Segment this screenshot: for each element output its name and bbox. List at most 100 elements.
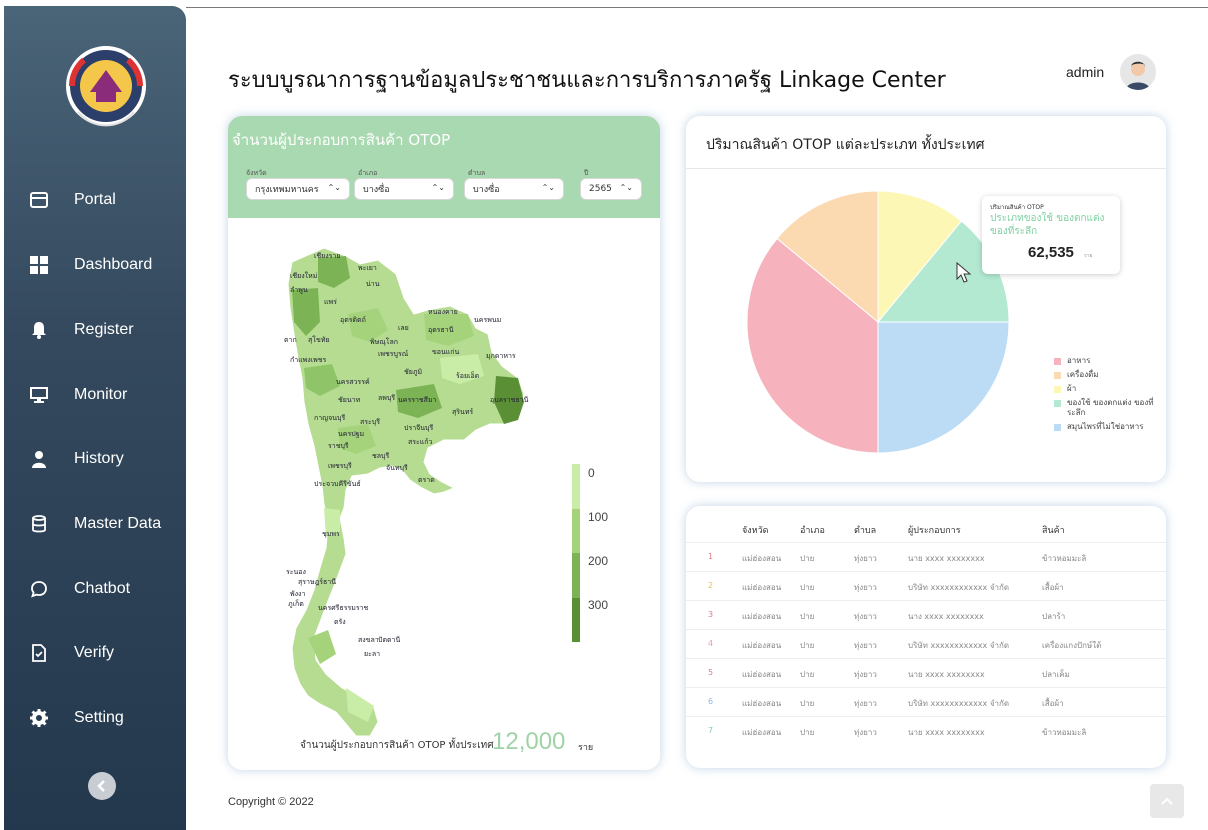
scale-step	[572, 597, 580, 642]
province-label: นครพนม	[474, 316, 501, 324]
province-label: จันทบุรี	[386, 464, 408, 472]
table-cell-district: ปาย	[800, 583, 815, 592]
sidebar-item-label: History	[74, 450, 124, 467]
province-label: ชัยภูมิ	[404, 368, 422, 376]
table-cell-province: แม่ฮ่องสอน	[742, 728, 782, 737]
sidebar-collapse-button[interactable]	[88, 772, 116, 800]
column-header-province[interactable]: จังหวัด	[742, 523, 769, 537]
table-cell-product: ข้าวหอมมะลิ	[1042, 554, 1087, 563]
mouse-cursor-icon	[956, 262, 972, 283]
sidebar-item-setting[interactable]: Setting	[4, 698, 186, 738]
table-cell-district: ปาย	[800, 728, 815, 737]
province-label: เพชรบูรณ์	[378, 350, 409, 358]
select-caret-icon: ⌃⌄	[431, 183, 445, 192]
pie-legend-item[interactable]: ผ้า	[1054, 384, 1164, 394]
table-row[interactable]: 3 แม่ฮ่องสอน ปาย ทุ่งยาว นาง xxxx xxxxxxxx ปล…	[686, 600, 1166, 629]
sidebar-item-chatbot[interactable]: Chatbot	[4, 569, 186, 609]
sidebar-item-history[interactable]: History	[4, 439, 186, 479]
table-cell-product: เสื้อผ้า	[1042, 699, 1064, 708]
province-label: สระแก้ว	[408, 438, 433, 446]
map-card-title: จำนวนผู้ประกอบการสินค้า OTOP	[232, 131, 451, 149]
thailand-choropleth-map[interactable]: เชียงรายพะเยาเชียงใหม่ลำพูน น่านแพร่อุตรด…	[228, 218, 660, 738]
sidebar-item-register[interactable]: Register	[4, 310, 186, 350]
table-cell-operator: นาง xxxx xxxxxxxx	[908, 612, 984, 621]
scale-step	[572, 464, 580, 509]
department-logo[interactable]	[60, 40, 152, 140]
table-cell-district: ปาย	[800, 670, 815, 679]
filter-district-select[interactable]: บางซื่อ ⌃⌄	[354, 178, 454, 200]
province-label: กำแพงเพชร	[290, 356, 326, 364]
scale-label: 300	[588, 598, 609, 612]
table-header-row: จังหวัด อำเภอ ตำบล ผู้ประกอบการ สินค้า	[686, 514, 1166, 543]
sidebar-item-dashboard[interactable]: Dashboard	[4, 245, 186, 285]
legend-swatch	[1054, 386, 1061, 393]
filter-district-value: บางซื่อ	[363, 185, 390, 195]
sidebar-item-verify[interactable]: Verify	[4, 633, 186, 673]
table-cell-district: ปาย	[800, 699, 815, 708]
avatar[interactable]	[1120, 54, 1156, 90]
province-label: ภูเก็ต	[288, 599, 304, 608]
table-cell-province: แม่ฮ่องสอน	[742, 554, 782, 563]
tooltip-value: 62,535	[1028, 244, 1074, 261]
sidebar-item-master-data[interactable]: Master Data	[4, 504, 186, 544]
filter-subdistrict-value: บางซื่อ	[473, 185, 500, 195]
scroll-to-top-button[interactable]	[1150, 784, 1184, 818]
province-label: ปราจีนบุรี	[404, 424, 433, 432]
province-label: นครสวรรค์	[336, 378, 370, 386]
chevron-left-icon	[97, 780, 105, 792]
user-name[interactable]: admin	[1066, 64, 1104, 80]
otop-products-pie-card: ปริมาณสินค้า OTOP แต่ละประเภท ทั้งประเทศ…	[686, 116, 1166, 482]
chat-icon	[28, 578, 50, 600]
column-header-operator[interactable]: ผู้ประกอบการ	[908, 523, 961, 537]
pie-legend-item[interactable]: สมุนไพรที่ไม่ใช่อาหาร	[1054, 422, 1164, 432]
table-row[interactable]: 4 แม่ฮ่องสอน ปาย ทุ่งยาว บริษัท xxxxxxxxxxxx…	[686, 629, 1166, 658]
scale-label: 0	[588, 466, 595, 480]
pie-legend-item[interactable]: อาหาร	[1054, 356, 1164, 366]
filter-province-select[interactable]: กรุงเทพมหานคร ⌃⌄	[246, 178, 350, 200]
table-cell-no: 6	[708, 697, 714, 706]
sidebar-item-label: Dashboard	[74, 256, 153, 273]
sidebar-item-label: Chatbot	[74, 580, 131, 597]
filter-subdistrict-select[interactable]: บางซื่อ ⌃⌄	[464, 178, 564, 200]
column-header-district[interactable]: อำเภอ	[800, 523, 825, 537]
table-cell-no: 2	[708, 581, 714, 590]
province-label: ชลบุรี	[372, 452, 389, 460]
table-row[interactable]: 7 แม่ฮ่องสอน ปาย ทุ่งยาว นาย xxxx xxxxxxxx ข้…	[686, 716, 1166, 745]
province-label: อุตรดิตถ์	[340, 316, 366, 324]
table-cell-subdistrict: ทุ่งยาว	[854, 583, 877, 592]
pie-legend-item[interactable]: เครื่องดื่ม	[1054, 370, 1164, 380]
sidebar-item-label: Portal	[74, 191, 116, 208]
province-label: พะเยา	[358, 264, 377, 272]
pie-slice[interactable]	[877, 321, 1010, 454]
table-cell-subdistrict: ทุ่งยาว	[854, 554, 877, 563]
table-row[interactable]: 1 แม่ฮ่องสอน ปาย ทุ่งยาว นาย xxxx xxxxxxxx ข้…	[686, 542, 1166, 571]
table-cell-product: ข้าวหอมมะลิ	[1042, 728, 1087, 737]
province-label: ตรัง	[334, 618, 346, 626]
select-caret-icon: ⌃⌄	[327, 183, 341, 192]
column-header-product[interactable]: สินค้า	[1042, 523, 1065, 537]
sidebar-item-portal[interactable]: Portal	[4, 180, 186, 220]
province-label: เพชรบุรี	[328, 462, 352, 470]
page-title: ระบบบูรณาการฐานข้อมูลประชาชนและการบริการ…	[228, 68, 946, 93]
filter-year-select[interactable]: 2565 ⌃⌄	[580, 178, 642, 200]
column-header-subdistrict[interactable]: ตำบล	[854, 523, 876, 537]
gear-icon	[28, 707, 50, 729]
pie-legend-item[interactable]: ของใช้ ของตกแต่ง ของที่ระลึก	[1054, 398, 1164, 418]
province-label: เลย	[398, 324, 409, 332]
province-label: กาญจนบุรี	[314, 414, 345, 422]
total-operators-label: จำนวนผู้ประกอบการสินค้า OTOP ทั้งประเทศ	[300, 740, 494, 751]
table-row[interactable]: 2 แม่ฮ่องสอน ปาย ทุ่งยาว บริษัท xxxxxxxxxxxx…	[686, 571, 1166, 600]
table-cell-subdistrict: ทุ่งยาว	[854, 612, 877, 621]
pie-tooltip: ปริมาณสินค้า OTOP ประเภทของใช้ ของตกแต่ง…	[982, 196, 1120, 274]
scale-step	[572, 508, 580, 553]
province-label: แพร่	[324, 298, 337, 306]
sidebar-item-label: Register	[74, 321, 134, 338]
sidebar-item-monitor[interactable]: Monitor	[4, 375, 186, 415]
bell-icon	[28, 319, 50, 341]
table-row[interactable]: 5 แม่ฮ่องสอน ปาย ทุ่งยาว นาย xxxx xxxxxxxx ปล…	[686, 658, 1166, 687]
total-operators-unit: ราย	[578, 743, 594, 753]
table-row[interactable]: 6 แม่ฮ่องสอน ปาย ทุ่งยาว บริษัท xxxxxxxxxxxx…	[686, 687, 1166, 716]
portal-icon	[28, 189, 50, 211]
table-cell-province: แม่ฮ่องสอน	[742, 670, 782, 679]
province-label: น่าน	[366, 280, 380, 288]
